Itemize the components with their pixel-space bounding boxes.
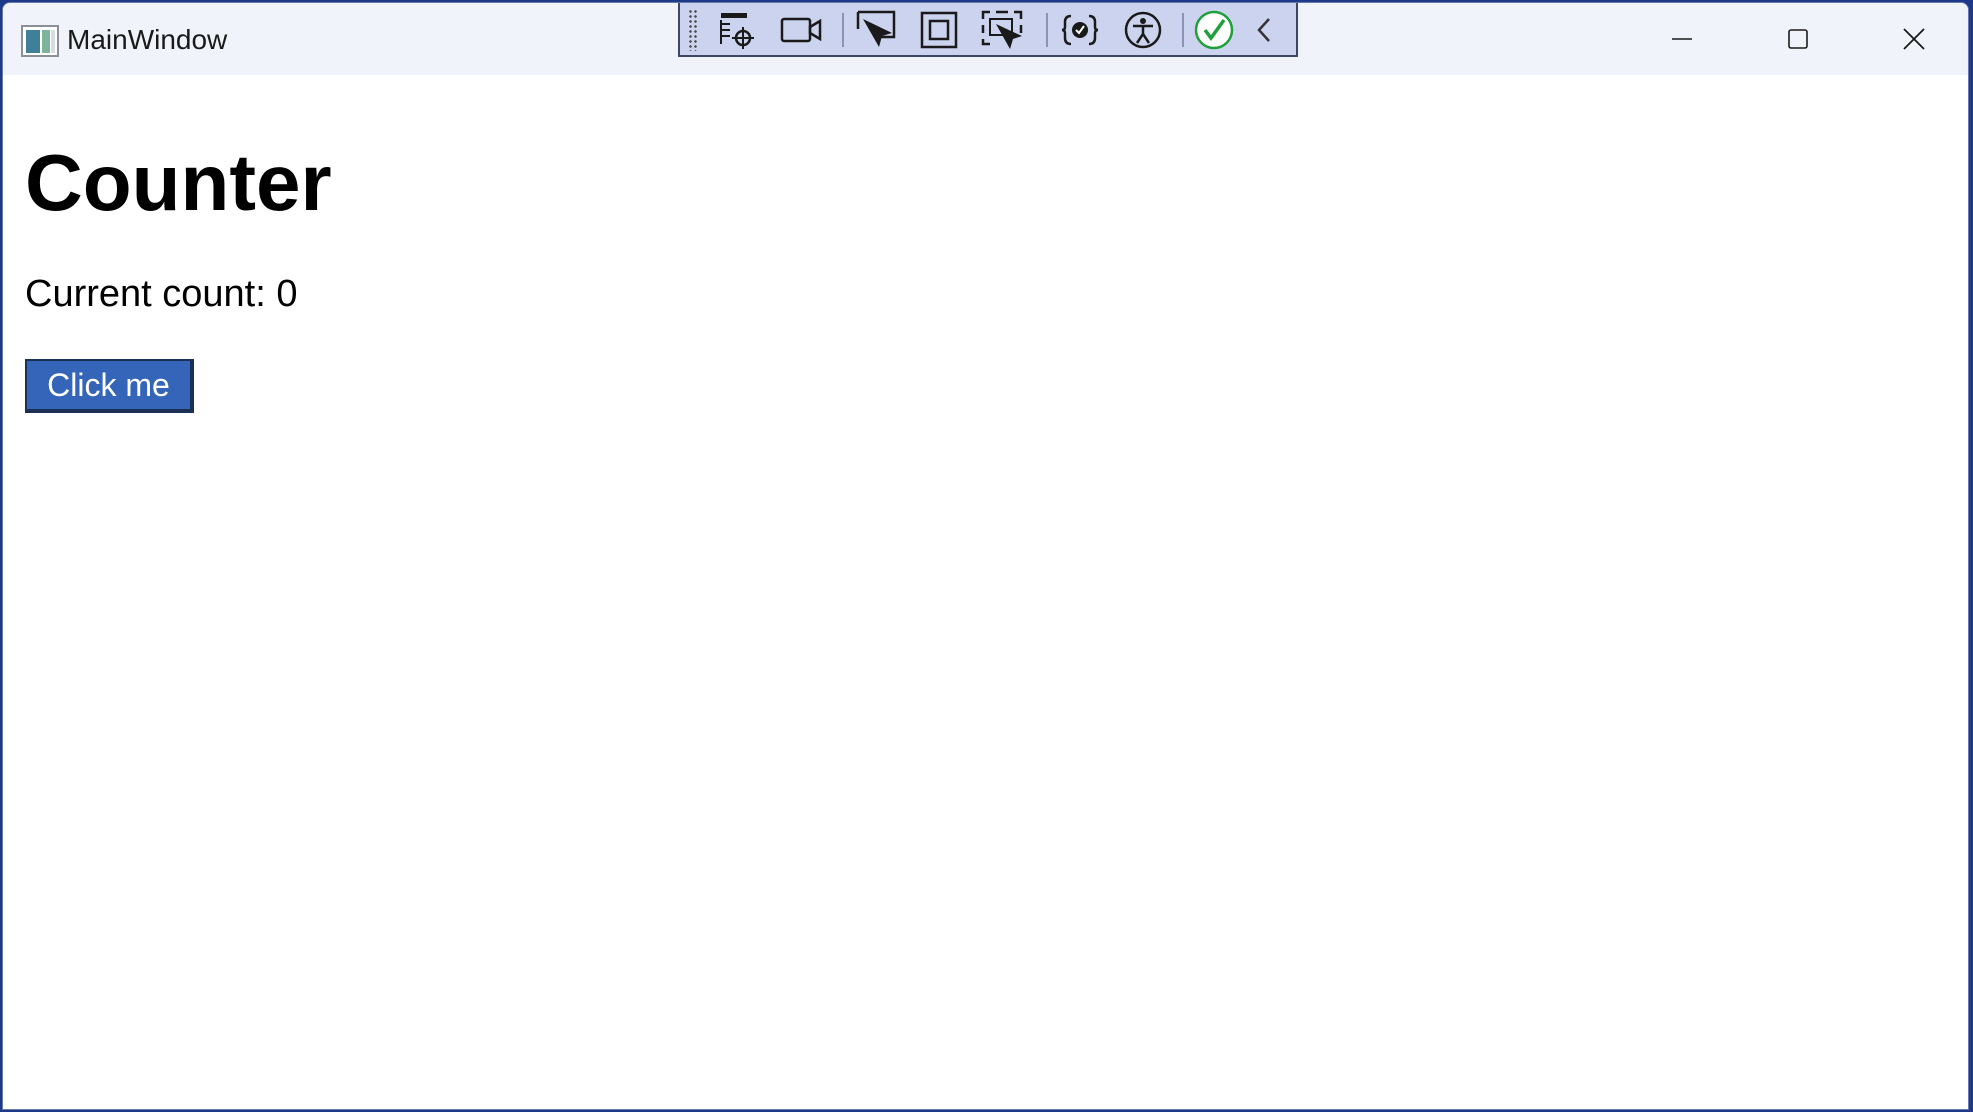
- page-title: Counter: [25, 138, 332, 227]
- binding-icon[interactable]: [1058, 9, 1102, 51]
- click-me-button[interactable]: Click me: [25, 359, 194, 413]
- video-record-icon[interactable]: [779, 9, 823, 51]
- minimize-button[interactable]: [1654, 15, 1710, 63]
- track-focus-icon[interactable]: [980, 9, 1024, 51]
- toolbar-grip-handle[interactable]: [688, 9, 698, 51]
- title-bar[interactable]: MainWindow: [3, 3, 1968, 75]
- check-ok-icon[interactable]: [1192, 9, 1236, 51]
- maximize-button[interactable]: [1770, 15, 1826, 63]
- accessibility-icon[interactable]: [1121, 9, 1165, 51]
- chevron-left-icon[interactable]: [1242, 9, 1286, 51]
- pointer-select-icon[interactable]: [854, 9, 898, 51]
- layout-frame-icon[interactable]: [917, 9, 961, 51]
- main-window: MainWindow Counter Current count: 0 Clic…: [2, 2, 1969, 1110]
- select-element-icon[interactable]: [716, 9, 760, 51]
- app-icon: [21, 25, 59, 57]
- maximize-icon: [1788, 29, 1808, 49]
- close-button[interactable]: [1886, 15, 1942, 63]
- window-title: MainWindow: [67, 24, 228, 55]
- minimize-icon: [1672, 38, 1692, 40]
- dev-toolbar: [678, 3, 1298, 57]
- close-icon: [1903, 28, 1925, 50]
- current-count-text: Current count: 0: [25, 273, 298, 315]
